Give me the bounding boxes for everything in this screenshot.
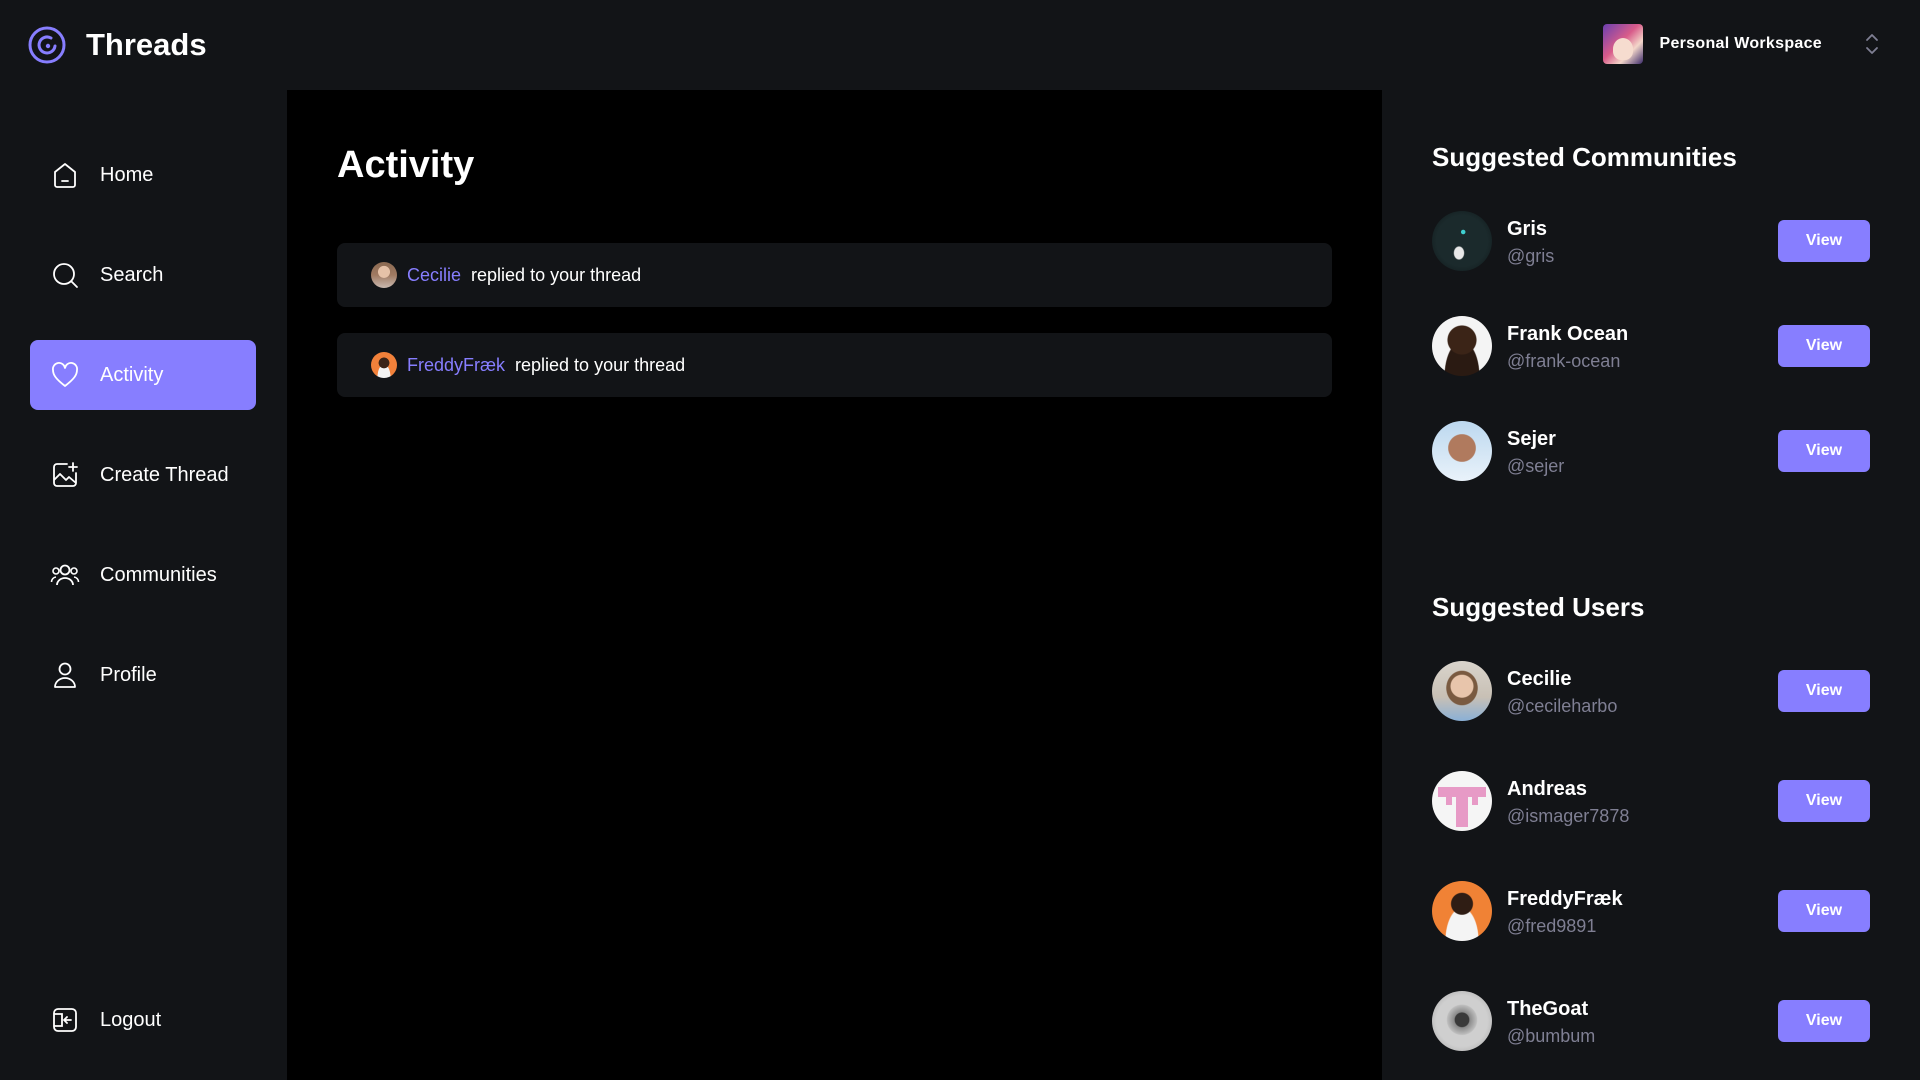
community-handle: @sejer bbox=[1507, 456, 1565, 476]
suggested-communities-title: Suggested Communities bbox=[1432, 142, 1737, 172]
avatar bbox=[1432, 881, 1492, 941]
logout-button[interactable]: Logout bbox=[30, 985, 256, 1055]
avatar bbox=[371, 262, 397, 288]
nav-label-search: Search bbox=[100, 263, 164, 286]
activity-item[interactable]: Cecilie replied to your thread bbox=[337, 243, 1332, 307]
logout-icon bbox=[53, 1008, 77, 1032]
avatar bbox=[1432, 771, 1492, 831]
activity-user-link[interactable]: Cecilie bbox=[407, 265, 461, 286]
identicon bbox=[1438, 787, 1486, 827]
page-title: Activity bbox=[337, 144, 475, 186]
right-sidebar: Suggested Communities Gris @gris View Fr… bbox=[1382, 90, 1920, 1080]
chevron-up-down-icon bbox=[1866, 34, 1878, 54]
community-handle: @frank-ocean bbox=[1507, 351, 1621, 371]
community-name: Gris bbox=[1507, 218, 1548, 240]
communities-icon bbox=[50, 564, 80, 586]
user-handle: @fred9891 bbox=[1507, 916, 1597, 936]
main-content: Activity Cecilie replied to your thread … bbox=[287, 90, 1382, 1080]
user-name: Cecilie bbox=[1507, 668, 1572, 690]
avatar bbox=[1432, 991, 1492, 1051]
avatar bbox=[1432, 661, 1492, 721]
workspace-avatar bbox=[1603, 24, 1644, 64]
community-name: Sejer bbox=[1507, 428, 1556, 450]
view-button[interactable]: View bbox=[1778, 220, 1870, 262]
nav-item-activity[interactable]: Activity bbox=[30, 340, 256, 410]
nav-label-communities: Communities bbox=[100, 563, 217, 586]
community-name: Frank Ocean bbox=[1507, 323, 1629, 345]
heart-icon bbox=[52, 362, 78, 387]
nav-label-profile: Profile bbox=[100, 663, 157, 686]
profile-icon bbox=[54, 662, 76, 688]
view-button[interactable]: View bbox=[1778, 890, 1870, 932]
left-sidebar: Home Search Activity Create Thread Commu… bbox=[0, 90, 287, 1080]
nav-item-communities[interactable]: Communities bbox=[30, 540, 256, 610]
top-bar: Threads Personal Workspace bbox=[0, 0, 1920, 90]
activity-user-link[interactable]: FreddyFræk bbox=[407, 355, 505, 376]
avatar bbox=[1432, 421, 1492, 481]
nav-item-home[interactable]: Home bbox=[30, 140, 256, 210]
activity-text: replied to your thread bbox=[471, 264, 642, 285]
suggested-users-title: Suggested Users bbox=[1432, 592, 1645, 622]
search-icon bbox=[53, 263, 78, 288]
user-item: TheGoat @bumbum View bbox=[1432, 990, 1870, 1052]
view-button[interactable]: View bbox=[1778, 325, 1870, 367]
workspace-name: Personal Workspace bbox=[1659, 35, 1822, 52]
app-name: Threads bbox=[86, 27, 207, 62]
nav-label-home: Home bbox=[100, 163, 154, 186]
nav-item-create-thread[interactable]: Create Thread bbox=[30, 440, 256, 510]
user-name: Andreas bbox=[1507, 778, 1588, 800]
user-item: Andreas @ismager7878 View bbox=[1432, 770, 1870, 832]
workspace-switcher[interactable]: Personal Workspace bbox=[1603, 22, 1880, 66]
nav-label-create-thread: Create Thread bbox=[100, 463, 229, 486]
nav-item-search[interactable]: Search bbox=[30, 240, 256, 310]
community-item: Gris @gris View bbox=[1432, 210, 1870, 272]
avatar bbox=[1432, 316, 1492, 376]
activity-item[interactable]: FreddyFræk replied to your thread bbox=[337, 333, 1332, 397]
nav-label-logout: Logout bbox=[100, 1008, 162, 1031]
user-name: TheGoat bbox=[1507, 998, 1589, 1020]
user-item: FreddyFræk @fred9891 View bbox=[1432, 880, 1870, 942]
threads-logo-icon bbox=[28, 26, 66, 64]
user-name: FreddyFræk bbox=[1507, 888, 1623, 910]
avatar bbox=[371, 352, 397, 378]
community-item: Sejer @sejer View bbox=[1432, 420, 1870, 482]
view-button[interactable]: View bbox=[1778, 430, 1870, 472]
avatar bbox=[1432, 211, 1492, 271]
view-button[interactable]: View bbox=[1778, 1000, 1870, 1042]
community-handle: @gris bbox=[1507, 246, 1555, 266]
view-button[interactable]: View bbox=[1778, 780, 1870, 822]
nav-label-activity: Activity bbox=[100, 363, 164, 386]
user-handle: @bumbum bbox=[1507, 1026, 1596, 1046]
user-handle: @cecileharbo bbox=[1507, 696, 1618, 716]
user-handle: @ismager7878 bbox=[1507, 806, 1630, 826]
user-item: Cecilie @cecileharbo View bbox=[1432, 660, 1870, 722]
activity-text: replied to your thread bbox=[515, 354, 686, 375]
view-button[interactable]: View bbox=[1778, 670, 1870, 712]
home-icon bbox=[54, 163, 76, 188]
community-item: Frank Ocean @frank-ocean View bbox=[1432, 315, 1870, 377]
nav-item-profile[interactable]: Profile bbox=[30, 640, 256, 710]
brand[interactable]: Threads bbox=[28, 26, 207, 64]
create-thread-icon bbox=[53, 462, 78, 487]
